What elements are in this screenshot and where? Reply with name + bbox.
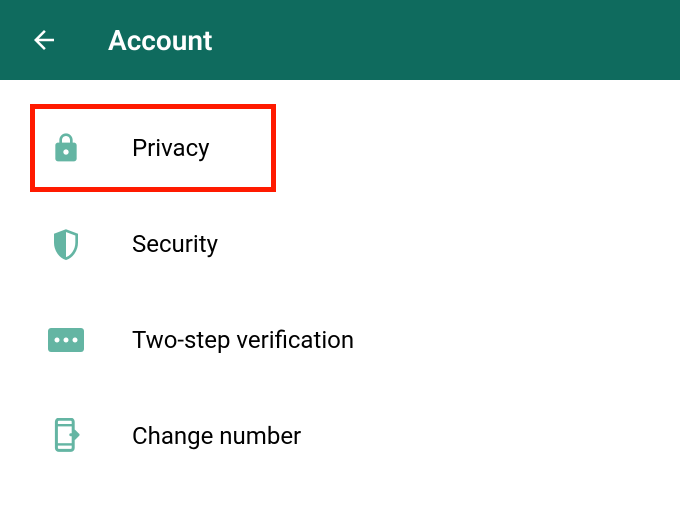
menu-item-label: Two-step verification — [132, 326, 354, 354]
password-dots-icon — [48, 322, 84, 358]
page-title: Account — [108, 24, 212, 57]
app-header: Account — [0, 0, 680, 80]
back-arrow-icon — [29, 25, 59, 55]
menu-item-change-number[interactable]: Change number — [0, 388, 680, 484]
lock-icon — [48, 130, 84, 166]
phone-swap-icon — [48, 418, 84, 454]
menu-item-label: Security — [132, 230, 218, 258]
menu-item-security[interactable]: Security — [0, 196, 680, 292]
menu-item-two-step-verification[interactable]: Two-step verification — [0, 292, 680, 388]
account-menu-list: Privacy Security Two-step verification — [0, 80, 680, 504]
menu-item-label: Change number — [132, 422, 301, 450]
back-button[interactable] — [28, 24, 60, 56]
shield-icon — [48, 226, 84, 262]
menu-item-label: Privacy — [132, 134, 210, 162]
menu-item-privacy[interactable]: Privacy — [0, 100, 680, 196]
